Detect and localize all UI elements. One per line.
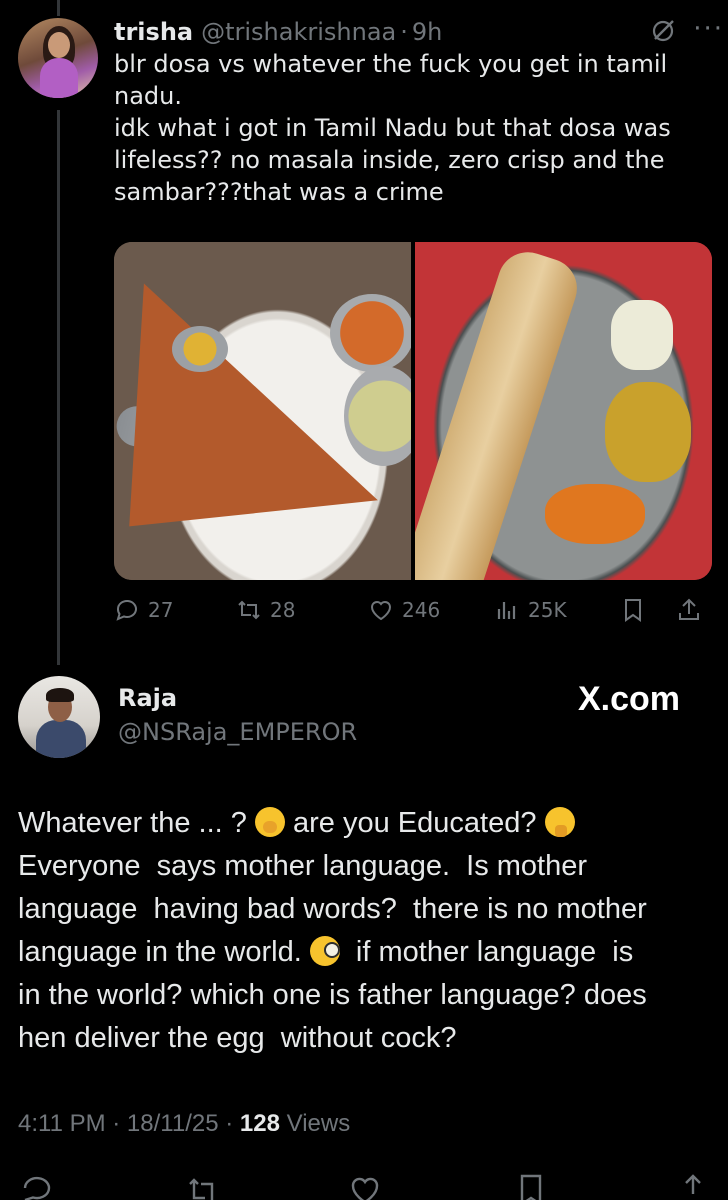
more-options-icon[interactable]: ··· [693,14,724,44]
avatar-body [40,58,78,98]
avatar-hair [46,688,74,702]
thread-line [57,110,60,665]
repost-button[interactable]: 28 [236,597,295,623]
repost-icon[interactable] [186,1172,220,1200]
bookmark-icon [625,599,641,622]
reply-author-name[interactable]: Raja [118,684,177,712]
reply-text-part-2: are you Educated? [284,807,545,839]
reply-views-label: Views [279,1110,351,1137]
sambar-shape [605,382,691,482]
reply-icon[interactable] [20,1172,54,1200]
reply-author-handle[interactable]: @NSRaja_EMPEROR [118,718,357,746]
reply-views-count: 128 [239,1110,280,1137]
author-name[interactable]: trisha [114,18,193,46]
reply-icon [116,599,137,621]
thinking-emoji [544,807,575,837]
tweet-text: blr dosa vs whatever the fuck you get in… [114,50,671,206]
share-button[interactable] [676,597,702,623]
ghee-cup-shape [172,326,228,372]
author-handle[interactable]: @trishakrishnaa [201,18,396,46]
reply-avatar[interactable] [18,676,100,758]
reply-action-bar [0,1168,728,1200]
bookmark-button[interactable] [620,597,646,623]
share-icon [679,598,699,620]
avatar-body [36,720,86,758]
views-button[interactable]: 25K [494,597,567,623]
bookmark-icon[interactable] [514,1172,548,1200]
tweet-screenshot: trisha @trishakrishnaa · 9h ··· blr dosa… [0,0,728,1200]
repost-count: 28 [270,598,296,622]
hand-over-mouth-emoji [254,807,285,837]
dosa-shape [114,261,378,527]
grok-icon[interactable] [650,18,676,44]
reply-meta: 4:11 PM · 18/11/25 · 128 Views [18,1110,350,1138]
reply-text: Whatever the ... ? are you Educated? Eve… [18,802,710,1060]
tweet-time[interactable]: 9h [412,18,442,46]
tweet-actions: 27 28 246 25K [114,592,708,628]
like-button[interactable]: 246 [368,597,440,623]
tweet-header: trisha @trishakrishnaa · 9h [114,14,704,50]
views-count: 25K [528,598,567,622]
avatar-face [48,32,70,58]
reply-button[interactable]: 27 [114,597,173,623]
thread-line-top [57,0,60,16]
reply-count: 27 [148,598,174,622]
chutney-bowl-shape [330,294,411,372]
tweet-media[interactable] [114,242,712,580]
heart-icon[interactable] [348,1172,382,1200]
x-com-watermark: X.com [578,680,681,718]
like-count: 246 [402,598,441,622]
chutney-shape [611,300,673,370]
heart-icon [370,601,392,621]
separator-dot: · [400,18,408,46]
photo-tamil-nadu-dosa[interactable] [415,242,712,580]
reply-timestamp[interactable]: 4:11 PM · 18/11/25 · [18,1110,240,1137]
avatar[interactable] [18,18,98,98]
views-icon [497,602,516,619]
share-icon[interactable] [676,1172,710,1200]
red-chutney-shape [545,484,645,544]
reply-text-part-1: Whatever the ... ? [18,807,255,839]
photo-bangalore-dosa[interactable] [114,242,411,580]
repost-icon [238,600,260,620]
monocle-emoji [309,936,340,966]
